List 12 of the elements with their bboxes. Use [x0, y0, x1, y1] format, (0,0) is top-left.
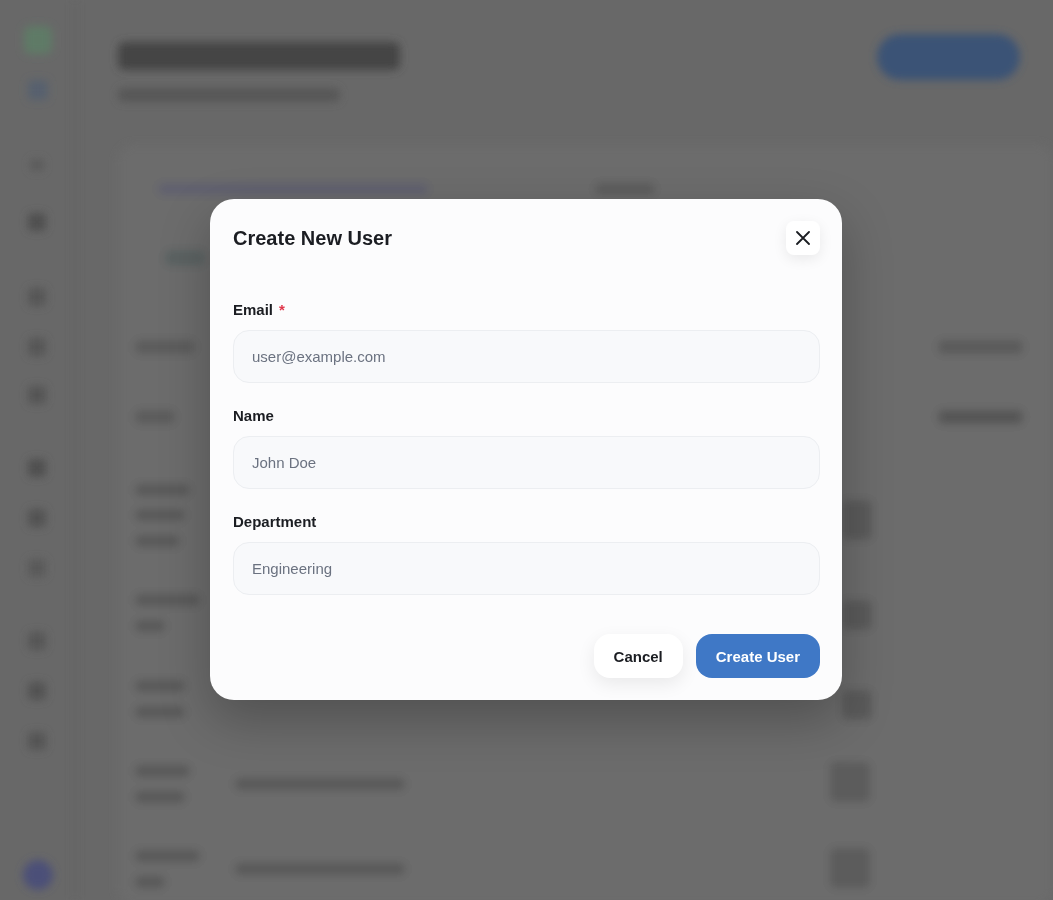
dialog-title: Create New User [233, 226, 392, 251]
input-field[interactable]: John Doe [233, 436, 820, 489]
field-label: Email [233, 300, 274, 320]
create-user-button[interactable]: Create User [695, 634, 820, 678]
field-label: Name [233, 406, 274, 426]
input-field[interactable]: Engineering [233, 542, 820, 595]
cancel-button[interactable]: Cancel [593, 634, 683, 678]
close-icon [796, 231, 810, 245]
field-label: Department [233, 512, 317, 532]
input-field[interactable]: user@example.com [233, 330, 820, 383]
required-mark: * [279, 300, 285, 320]
close-button[interactable] [786, 221, 820, 255]
